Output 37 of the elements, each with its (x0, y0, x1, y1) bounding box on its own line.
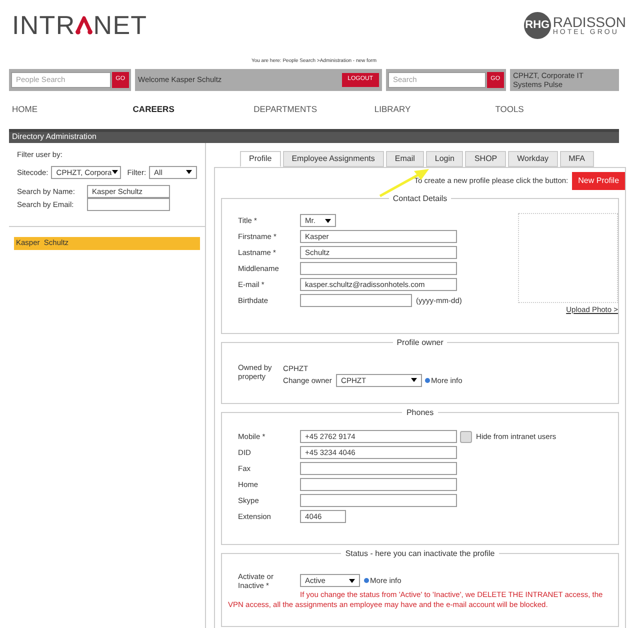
checkbox[interactable] (460, 430, 472, 442)
section-title: Profile owner (392, 336, 448, 348)
email-search-field[interactable] (87, 198, 170, 211)
new-profile-button[interactable]: New Profile (572, 172, 626, 190)
section-title: Phones (402, 406, 438, 418)
info-icon (425, 378, 430, 383)
section-title: Status - here you can inactivate the profile (341, 548, 499, 560)
info-icon (364, 578, 370, 583)
tab[interactable]: Workday (508, 150, 558, 166)
input-field[interactable] (300, 462, 458, 475)
tab[interactable]: Employee Assignments (282, 150, 384, 166)
panel-title: Directory Administration (12, 131, 96, 143)
dropdown-caret-icon (112, 170, 118, 174)
input-field[interactable] (300, 294, 412, 307)
input-field[interactable] (300, 478, 458, 491)
tab[interactable]: SHOP (465, 150, 506, 166)
tab[interactable]: MFA (560, 150, 594, 166)
section-title: Contact Details (388, 192, 452, 204)
nav-link[interactable]: CAREERS (132, 103, 254, 116)
nav-link[interactable]: LIBRARY (374, 103, 496, 116)
dropdown-caret-icon (349, 578, 356, 582)
nav-link[interactable]: TOOLS (495, 103, 616, 116)
tab[interactable]: Email (386, 150, 424, 166)
nav-link[interactable]: HOME (12, 103, 133, 116)
brand-badge: RHG (524, 12, 551, 39)
input-field[interactable] (300, 262, 458, 275)
tab[interactable]: Profile (240, 150, 281, 166)
dropdown-caret-icon (411, 378, 418, 382)
logo-text: NET (93, 12, 148, 38)
input-field[interactable] (300, 494, 458, 507)
tab[interactable]: Login (426, 150, 464, 166)
dropdown-caret-icon (186, 170, 192, 174)
brand-name: RADISSON (552, 15, 626, 29)
logo-a-icon (75, 15, 94, 35)
logo-text: INTR (12, 12, 76, 38)
nav-link[interactable]: DEPARTMENTS (254, 103, 374, 116)
dropdown-caret-icon (325, 218, 332, 222)
